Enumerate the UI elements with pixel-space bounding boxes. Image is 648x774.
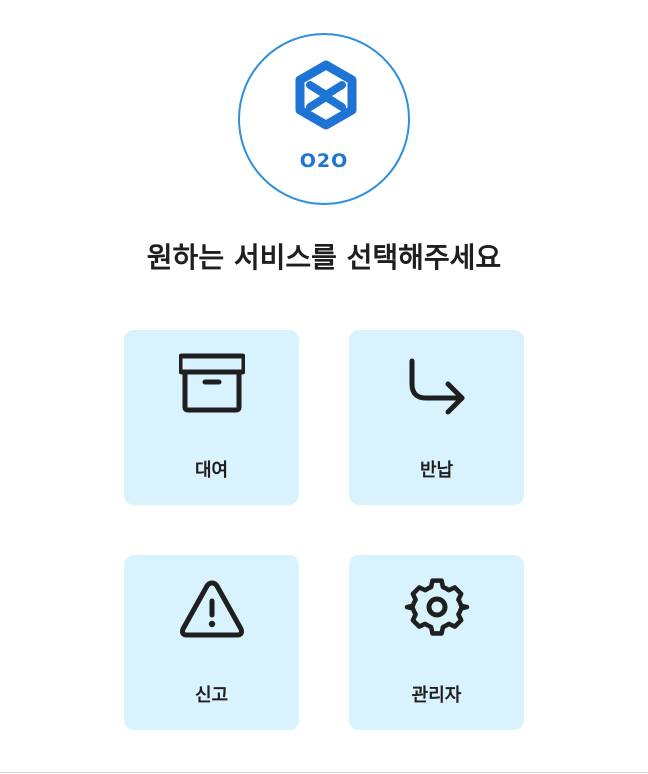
bottom-divider — [0, 772, 648, 773]
service-label-admin: 관리자 — [411, 685, 462, 706]
page-title: 원하는 서비스를 선택해주세요 — [146, 241, 502, 274]
brand-logo: O2O — [238, 33, 410, 205]
warning-triangle-icon — [180, 580, 244, 638]
service-label-rent: 대여 — [194, 460, 229, 481]
service-tile-rent[interactable]: 대여 — [124, 330, 299, 505]
archive-box-icon — [179, 353, 245, 413]
service-label-report: 신고 — [194, 685, 229, 706]
hexagon-logo-icon — [295, 60, 357, 130]
service-tile-admin[interactable]: 관리자 — [349, 555, 524, 730]
service-label-return: 반납 — [419, 460, 454, 481]
service-tile-return[interactable]: 반납 — [349, 330, 524, 505]
gear-icon — [404, 578, 470, 636]
return-arrow-icon — [409, 358, 465, 415]
service-tile-report[interactable]: 신고 — [124, 555, 299, 730]
logo-text: O2O — [299, 150, 349, 172]
